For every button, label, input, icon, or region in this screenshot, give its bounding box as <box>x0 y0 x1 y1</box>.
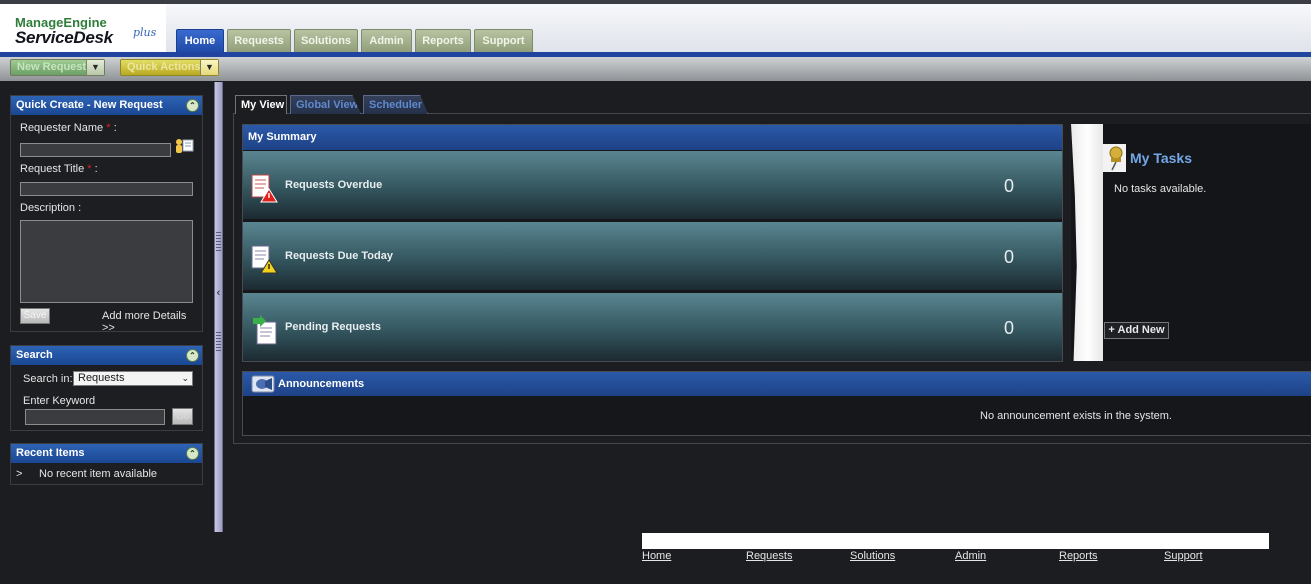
request-title-label: Request Title * : <box>20 163 98 175</box>
tab-admin[interactable]: Admin <box>361 29 412 52</box>
search-in-label: Search in: <box>23 373 73 385</box>
my-tasks-title: My Tasks <box>1130 150 1192 166</box>
collapse-up-icon[interactable]: ⌃ <box>186 349 199 362</box>
description-label: Description : <box>20 202 82 214</box>
save-button[interactable]: Save <box>20 308 50 324</box>
summary-count[interactable]: 0 <box>1004 247 1014 268</box>
search-header: Search ⌃ <box>11 346 202 365</box>
footer-bar <box>642 533 1269 549</box>
splitter-grip <box>216 232 221 252</box>
chevron-down-icon[interactable]: ▼ <box>86 60 104 75</box>
announcements-header: Announcements <box>243 372 1311 396</box>
footer-link-home[interactable]: Home <box>642 550 671 562</box>
footer-link-admin[interactable]: Admin <box>955 550 986 562</box>
request-title-text: Request Title <box>20 163 85 175</box>
label-colon: : <box>113 122 117 134</box>
tab-home[interactable]: Home <box>176 29 224 52</box>
request-title-input[interactable] <box>20 182 193 196</box>
announcements-empty-text: No announcement exists in the system. <box>980 410 1172 422</box>
action-bar: New Request ▼ Quick Actions ▼ <box>0 57 1311 81</box>
recent-items-panel: Recent Items ⌃ > No recent item availabl… <box>10 443 203 485</box>
tab-scheduler[interactable]: Scheduler <box>363 95 428 114</box>
quick-actions-dropdown[interactable]: Quick Actions ▼ <box>120 59 219 76</box>
summary-row-due-today[interactable]: Requests Due Today 0 <box>243 222 1062 290</box>
my-summary-title: My Summary <box>243 125 1062 150</box>
new-request-dropdown[interactable]: New Request ▼ <box>10 59 105 76</box>
label-colon: : <box>94 163 98 175</box>
footer-link-support[interactable]: Support <box>1164 550 1203 562</box>
chevron-down-icon: ⌄ <box>181 373 189 383</box>
requester-name-text: Requester Name <box>20 122 104 134</box>
footer-link-reports[interactable]: Reports <box>1059 550 1098 562</box>
requester-name-label: Requester Name * : <box>20 122 117 134</box>
search-panel: Search ⌃ Search in: Requests ⌄ Enter Key… <box>10 345 203 431</box>
search-in-value: Requests <box>78 372 125 384</box>
collapse-left-icon[interactable]: ‹ <box>215 287 222 299</box>
recent-items-header: Recent Items ⌃ <box>11 444 202 463</box>
tab-support[interactable]: Support <box>474 29 533 52</box>
announcements-title: Announcements <box>278 378 365 390</box>
keyword-label: Enter Keyword <box>23 395 96 407</box>
chevron-down-icon[interactable]: ▼ <box>200 60 218 75</box>
recent-marker: > <box>16 468 23 480</box>
add-new-task-button[interactable]: + Add New <box>1104 322 1169 339</box>
tasks-empty-text: No tasks available. <box>1114 183 1207 195</box>
page-curl-decoration <box>1071 124 1103 361</box>
tab-reports[interactable]: Reports <box>415 29 471 52</box>
keyword-input[interactable] <box>25 409 165 425</box>
pending-requests-icon <box>253 315 277 345</box>
requester-name-input[interactable] <box>20 143 171 157</box>
overdue-requests-icon <box>251 174 278 203</box>
panel-splitter[interactable]: ‹ <box>214 82 223 532</box>
splitter-grip <box>216 332 221 352</box>
search-title: Search <box>16 349 53 361</box>
announcement-icon <box>251 375 275 393</box>
tab-my-view[interactable]: My View <box>235 95 287 114</box>
quick-create-title: Quick Create - New Request <box>16 99 163 111</box>
collapse-up-icon[interactable]: ⌃ <box>186 447 199 460</box>
summary-count[interactable]: 0 <box>1004 176 1014 197</box>
footer-link-solutions[interactable]: Solutions <box>850 550 895 562</box>
brand-suffix: plus <box>133 26 157 39</box>
footer-link-requests[interactable]: Requests <box>746 550 792 562</box>
tab-solutions[interactable]: Solutions <box>294 29 358 52</box>
quick-create-panel: Quick Create - New Request ⌃ Requester N… <box>10 95 203 334</box>
tab-global-view[interactable]: Global View <box>290 95 361 114</box>
pushpin-icon <box>1103 144 1126 172</box>
recent-items-title: Recent Items <box>16 447 85 459</box>
my-tasks-widget: My Tasks No tasks available. + Add New <box>1071 124 1311 361</box>
search-go-button[interactable]: Go <box>172 408 193 425</box>
summary-count[interactable]: 0 <box>1004 318 1014 339</box>
my-summary-widget: My Summary Requests Overdue 0 Requests D… <box>242 124 1063 362</box>
description-textarea[interactable] <box>20 220 193 303</box>
quick-actions-label: Quick Actions <box>127 61 201 73</box>
search-in-select[interactable]: Requests ⌄ <box>73 371 193 386</box>
collapse-up-icon[interactable]: ⌃ <box>186 99 199 112</box>
summary-label: Requests Overdue <box>285 179 383 191</box>
announcements-widget: Announcements No announcement exists in … <box>242 371 1311 436</box>
servicedesk-app: ManageEngine ServiceDesk plus Home Reque… <box>0 0 1311 584</box>
due-today-icon <box>251 245 278 274</box>
required-mark: * <box>87 163 92 175</box>
summary-row-pending[interactable]: Pending Requests 0 <box>243 293 1062 361</box>
summary-label: Requests Due Today <box>285 250 393 262</box>
summary-row-overdue[interactable]: Requests Overdue 0 <box>243 151 1062 219</box>
recent-empty-text: No recent item available <box>39 468 158 480</box>
new-request-label: New Request <box>17 61 87 73</box>
requester-lookup-icon[interactable] <box>173 138 194 155</box>
required-mark: * <box>106 122 111 134</box>
summary-label: Pending Requests <box>285 321 381 333</box>
add-more-details-link[interactable]: Add more Details >> <box>102 310 202 334</box>
tab-requests[interactable]: Requests <box>227 29 291 52</box>
brand-logo[interactable]: ManageEngine ServiceDesk plus <box>0 4 166 52</box>
quick-create-header: Quick Create - New Request ⌃ <box>11 96 202 115</box>
